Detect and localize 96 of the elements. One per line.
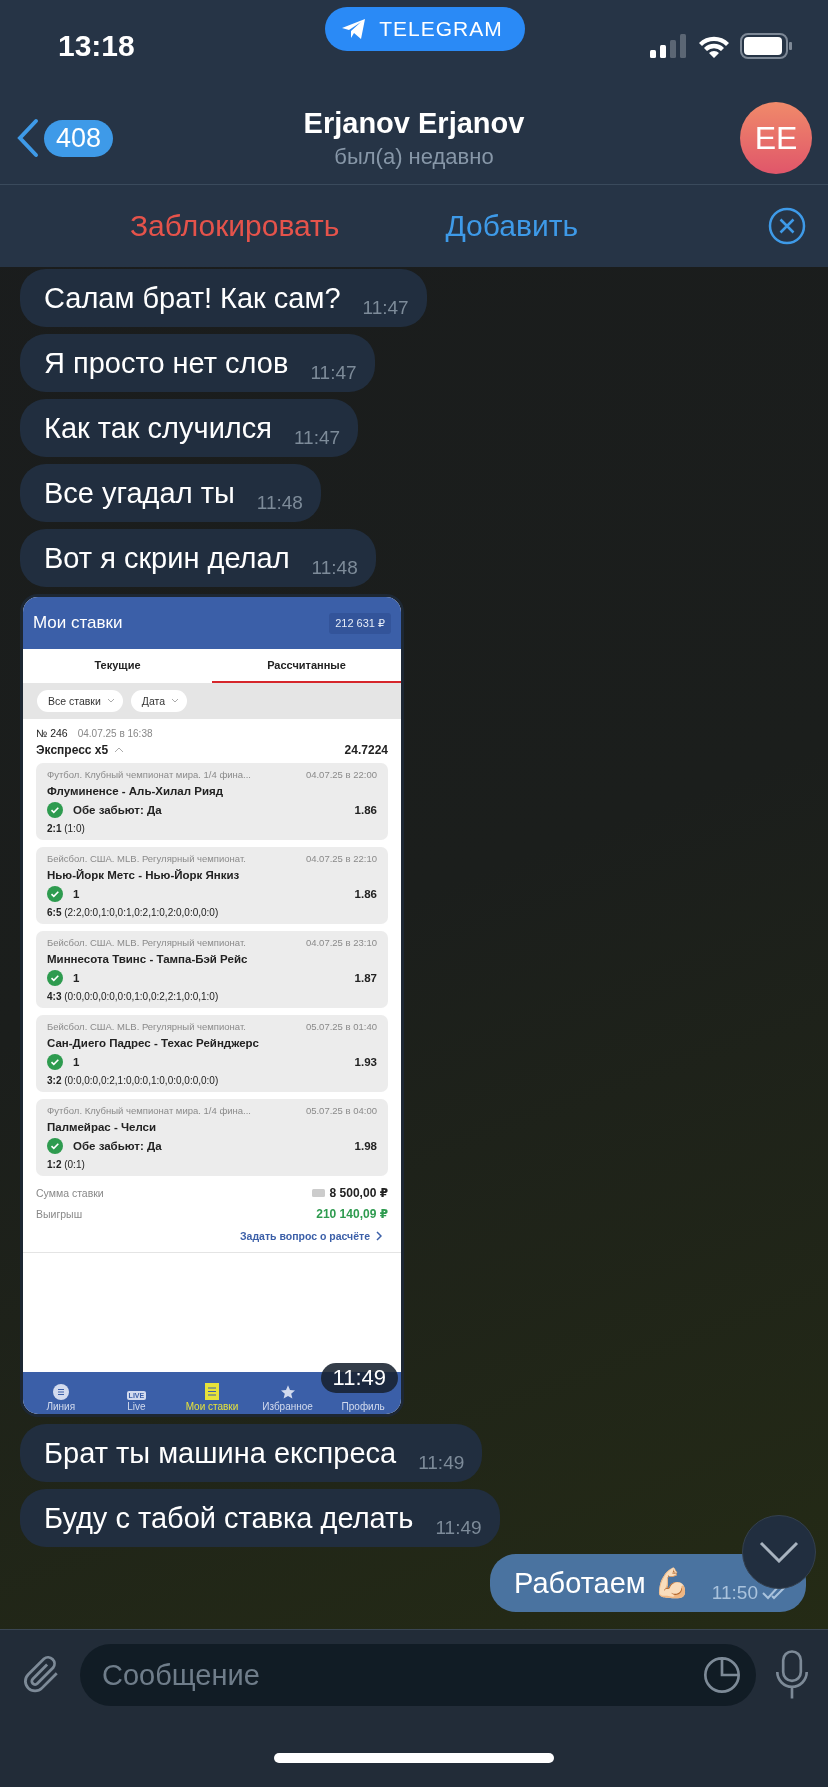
battery-icon <box>740 33 792 59</box>
check-circle-icon <box>47 886 63 902</box>
event-date: 04.07.25 в 23:10 <box>305 937 377 948</box>
bet-number: № 246 <box>36 727 68 739</box>
avatar[interactable]: EE <box>740 102 812 174</box>
filter-chip[interactable]: Все ставки <box>37 690 123 712</box>
message-text: Вот я скрин делал <box>44 541 290 576</box>
teams: Палмейрас - Челси <box>47 1121 158 1133</box>
pick: 1 <box>73 972 80 984</box>
message-time: 11:49 <box>418 1452 465 1474</box>
contact-name: Erjanov Erjanov <box>303 106 525 140</box>
message-text: Все угадал ты <box>44 476 235 511</box>
message-time: 11:48 <box>311 557 358 579</box>
app-tab[interactable]: Избранное <box>255 1384 320 1412</box>
message-text: Брат ты машина експреса <box>44 1436 397 1471</box>
message-text: Буду с табой ставка делать <box>44 1501 414 1536</box>
chevron-up-icon <box>114 747 125 753</box>
message-text: Как так случился <box>44 411 272 446</box>
check-circle-icon <box>47 1138 63 1154</box>
app-tab[interactable]: Линия <box>28 1384 93 1412</box>
back-button[interactable]: 408 <box>16 118 216 158</box>
score: 6:5 (2:2,0:0,1:0,0:1,0:2,1:0,2:0,0:0,0:0) <box>47 907 220 918</box>
score: 3:2 (0:0,0:0,0:2,1:0,0:0,1:0,0:0,0:0,0:0) <box>47 1075 220 1086</box>
message-input[interactable]: Сообщение <box>80 1644 756 1706</box>
unread-count: 408 <box>44 119 114 157</box>
chevron-left-icon <box>16 118 40 158</box>
message-time: 11:49 <box>435 1517 482 1539</box>
event-date: 04.07.25 в 22:10 <box>305 853 377 864</box>
message-time: 11:48 <box>256 492 303 514</box>
balance: 212 631 ₽ <box>329 612 391 634</box>
pick: 1 <box>73 888 80 900</box>
win-amount: 210 140,09 ₽ <box>316 1207 388 1221</box>
league: Футбол. Клубный чемпионат мира. 1/4 фина... <box>47 1105 251 1116</box>
message-time: 11:47 <box>362 297 409 319</box>
league: Бейсбол. США. MLB. Регулярный чемпионат. <box>47 853 246 864</box>
stake-amount: 8 500,00 ₽ <box>329 1186 388 1200</box>
message-time: 11:47 <box>310 362 357 384</box>
odds: 1.98 <box>354 1140 377 1152</box>
message-text: Я просто нет слов <box>44 346 289 381</box>
check-circle-icon <box>47 802 63 818</box>
stake-label: Сумма ставки <box>36 1187 104 1199</box>
score: 4:3 (0:0,0:0,0:0,0:0,1:0,0:2,2:1,0:0,1:0) <box>47 991 220 1002</box>
message-time: 11:50 <box>711 1582 758 1604</box>
chevron-right-icon <box>376 1231 382 1241</box>
pick: 1 <box>73 1056 80 1068</box>
paper-plane-icon <box>341 18 368 40</box>
sticker-icon[interactable] <box>702 1655 742 1695</box>
score: 1:2 (0:1) <box>47 1159 86 1170</box>
app-tab[interactable]: Мои ставки <box>180 1383 244 1412</box>
odds: 1.86 <box>354 804 377 816</box>
status-time: 13:18 <box>58 29 136 63</box>
odds: 1.86 <box>354 888 377 900</box>
microphone-icon[interactable] <box>774 1650 810 1700</box>
odds: 1.93 <box>354 1056 377 1068</box>
app-pill[interactable]: TELEGRAM <box>325 7 525 51</box>
bet-type: Экспресс x5 <box>36 743 109 757</box>
last-seen: был(а) недавно <box>334 143 494 170</box>
total-odds: 24.7224 <box>344 743 388 757</box>
event-date: 05.07.25 в 01:40 <box>305 1021 377 1032</box>
settlement-question-link[interactable]: Задать вопрос о расчёте <box>239 1230 382 1242</box>
close-icon[interactable] <box>768 207 806 245</box>
chevron-down-icon <box>106 698 115 704</box>
pick: Обе забьют: Да <box>73 1140 162 1152</box>
league: Бейсбол. США. MLB. Регулярный чемпионат. <box>47 937 246 948</box>
app-title: Мои ставки <box>33 613 123 633</box>
chevron-down-icon <box>171 698 180 704</box>
signal-icon <box>650 34 688 58</box>
app-tab[interactable]: Профиль <box>331 1401 396 1412</box>
teams: Нью-Йорк Метс - Нью-Йорк Янкиз <box>47 869 241 881</box>
teams: Сан-Диего Падрес - Техас Рейнджерс <box>47 1037 260 1049</box>
league: Бейсбол. США. MLB. Регулярный чемпионат. <box>47 1021 246 1032</box>
check-circle-icon <box>47 1054 63 1070</box>
event-date: 04.07.25 в 22:00 <box>305 769 377 780</box>
coupon-icon <box>311 1189 325 1197</box>
event-date: 05.07.25 в 04:00 <box>305 1105 377 1116</box>
teams: Миннесота Твинс - Тампа-Бэй Рейс <box>47 953 249 965</box>
message-text: Работаем 💪🏻 <box>514 1566 690 1601</box>
list-circle-icon <box>52 1384 69 1400</box>
score: 2:1 (1:0) <box>47 823 86 834</box>
filter-chip[interactable]: Дата <box>130 690 188 712</box>
bet-date: 04.07.25 в 16:38 <box>77 727 153 739</box>
win-label: Выигрыш <box>36 1208 83 1220</box>
receipt-icon <box>205 1383 219 1400</box>
add-contact-button[interactable]: Добавить <box>445 209 578 243</box>
league: Футбол. Клубный чемпионат мира. 1/4 фина... <box>47 769 251 780</box>
check-circle-icon <box>47 970 63 986</box>
message-text: Салам брат! Как сам? <box>44 281 341 316</box>
message-time: 11:49 <box>320 1363 398 1393</box>
odds: 1.87 <box>354 972 377 984</box>
teams: Флуминенсе - Аль-Хилал Рияд <box>47 785 224 797</box>
pick: Обе забьют: Да <box>73 804 162 816</box>
wifi-icon <box>698 34 730 58</box>
message-time: 11:47 <box>293 427 341 449</box>
chevron-down-icon <box>759 1541 799 1563</box>
block-button[interactable]: Заблокировать <box>130 209 340 243</box>
star-icon <box>279 1384 296 1400</box>
